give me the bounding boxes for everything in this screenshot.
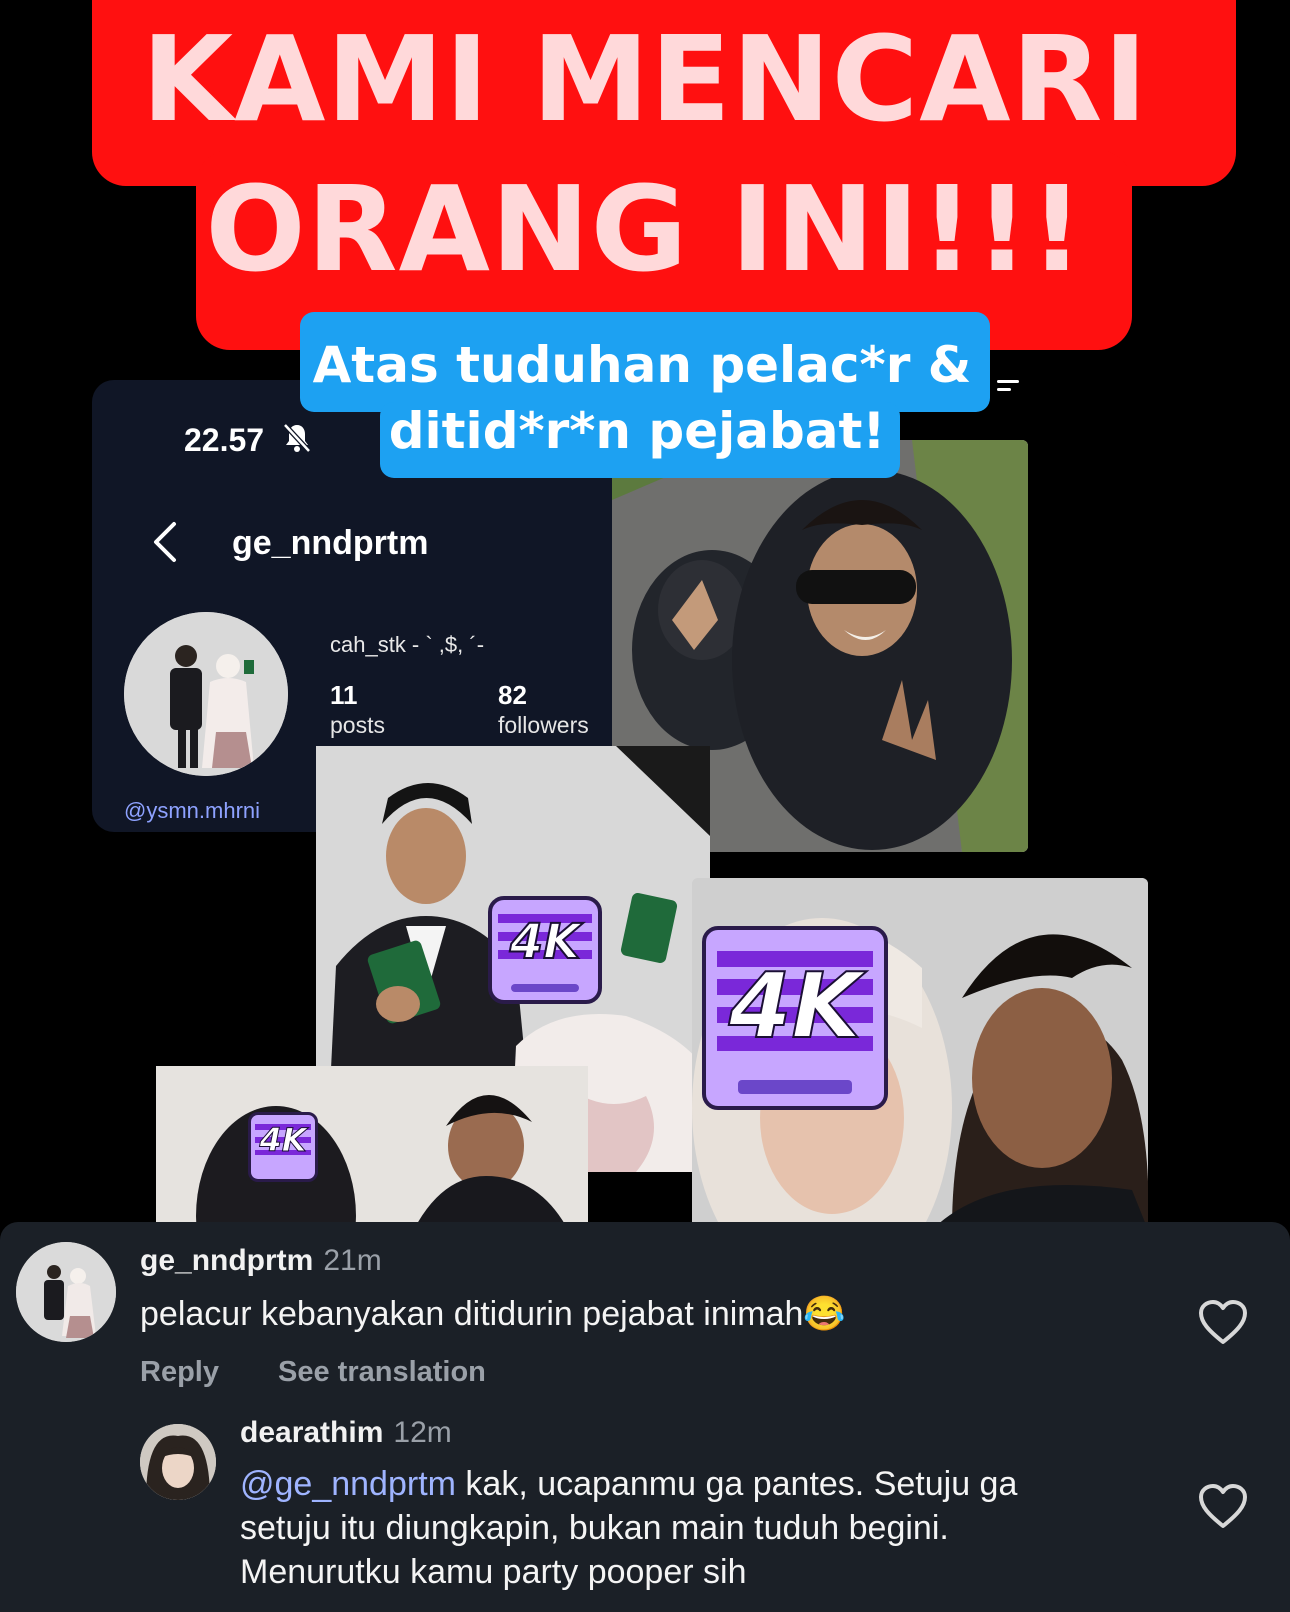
comment-1-see-translation-button[interactable]: See translation	[278, 1356, 486, 1389]
4k-sticker-tiny: 4K	[248, 1112, 318, 1182]
subtitle-line-2: ditid*r*n pejabat!	[388, 402, 886, 460]
menu-icon[interactable]	[997, 380, 1019, 396]
tagged-account-link[interactable]: @ysmn.mhrni	[124, 798, 260, 824]
followers-label[interactable]: followers	[498, 712, 589, 739]
4k-sticker-large: 4K	[702, 926, 888, 1110]
4k-sticker-small: 4K	[488, 896, 602, 1004]
comments-panel: ge_nndprtm 21m pelacur kebanyakan ditidur…	[0, 1222, 1290, 1612]
comment-1-reply-button[interactable]: Reply	[140, 1356, 219, 1389]
profile-display-name: cah_stk - ` ,$, ´-	[330, 632, 485, 657]
comment-1-text: pelacur kebanyakan ditidurin pejabat ini…	[140, 1295, 846, 1333]
comment-1-username[interactable]: ge_nndprtm 21m	[140, 1244, 382, 1278]
back-chevron-icon[interactable]	[152, 520, 178, 564]
headline-line-1: KAMI MENCARI	[141, 10, 1149, 148]
posts-label: posts	[330, 712, 385, 738]
comment-2-time: 12m	[393, 1416, 452, 1449]
subtitle-line-1: Atas tuduhan pelac*r &	[312, 336, 972, 394]
heart-icon[interactable]	[1198, 1484, 1248, 1530]
profile-username: ge_nndprtm	[232, 524, 429, 562]
heart-icon[interactable]	[1198, 1300, 1248, 1346]
followers-count[interactable]: 82	[498, 680, 527, 711]
profile-avatar[interactable]	[124, 612, 288, 776]
comment-2-mention[interactable]: @ge_nndprtm	[240, 1465, 456, 1503]
headline-line-2: ORANG INI!!!	[205, 160, 1085, 298]
comment-2-text: @ge_nndprtm kak, ucapanmu ga pantes. Set…	[240, 1465, 1018, 1591]
photo-studio-pair: 4K	[156, 1066, 588, 1246]
comment-1-time: 21m	[323, 1244, 382, 1277]
comment-2-username[interactable]: dearathim 12m	[240, 1416, 452, 1450]
posts-count: 11	[330, 680, 358, 710]
comment-avatar-2[interactable]	[140, 1424, 216, 1500]
comment-avatar-1[interactable]	[16, 1242, 116, 1342]
photo-selfie-couple: 4K	[692, 878, 1148, 1230]
